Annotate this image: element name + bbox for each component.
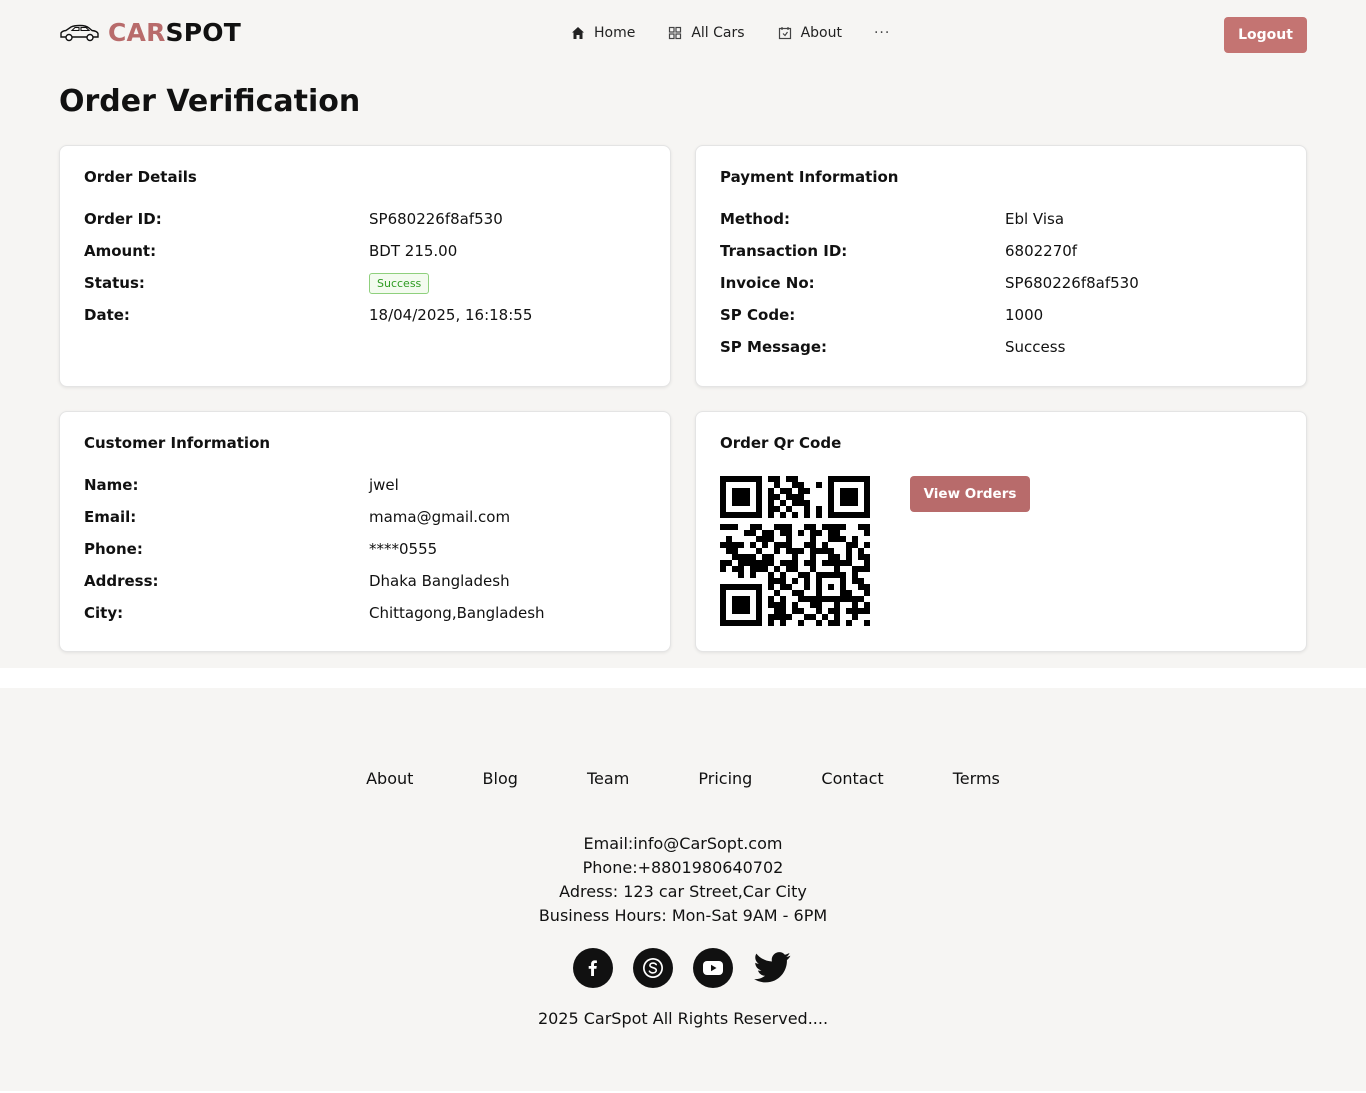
footer-link-about[interactable]: About <box>366 769 413 788</box>
nav-all-cars[interactable]: All Cars <box>667 25 745 41</box>
more-menu-icon[interactable]: ··· <box>874 25 890 41</box>
grid-icon <box>669 26 682 40</box>
order-details-title: Order Details <box>84 168 197 186</box>
sp-code-value: 1000 <box>1005 306 1044 324</box>
name-value: jwel <box>369 476 399 494</box>
brand-logo[interactable]: CARSPOT <box>58 18 241 47</box>
city-label: City: <box>84 604 124 622</box>
method-label: Method: <box>720 210 790 228</box>
youtube-icon[interactable] <box>693 948 733 988</box>
calendar-icon <box>778 27 791 40</box>
nav-home[interactable]: Home <box>570 25 635 41</box>
nav-all-cars-label: All Cars <box>691 25 745 41</box>
footer-nav: About Blog Team Pricing Contact Terms <box>0 769 1366 788</box>
phone-value: ****0555 <box>369 540 438 558</box>
invoice-no-label: Invoice No: <box>720 274 815 292</box>
transaction-id-label: Transaction ID: <box>720 242 848 260</box>
car-logo-icon <box>60 24 99 41</box>
facebook-icon[interactable] <box>573 948 613 988</box>
brand-name-part2: SPOT <box>165 18 241 47</box>
amount-label: Amount: <box>84 242 157 260</box>
status-badge: Success <box>369 273 430 294</box>
home-icon <box>572 27 584 39</box>
order-id-value: SP680226f8af530 <box>369 210 503 228</box>
order-details-card: Order Details Order ID: SP680226f8af530 … <box>59 145 671 387</box>
payment-info-card: Payment Information Method: Ebl Visa Tra… <box>695 145 1307 387</box>
customer-info-title: Customer Information <box>84 434 271 452</box>
social-links <box>573 948 793 988</box>
footer-link-terms[interactable]: Terms <box>953 769 1000 788</box>
date-value: 18/04/2025, 16:18:55 <box>369 306 533 324</box>
footer-link-contact[interactable]: Contact <box>821 769 883 788</box>
amount-value: BDT 215.00 <box>369 242 458 260</box>
email-label: Email: <box>84 508 137 526</box>
footer-link-pricing[interactable]: Pricing <box>698 769 752 788</box>
footer-divider <box>0 668 1366 688</box>
view-orders-button[interactable]: View Orders <box>910 476 1030 512</box>
customer-info-card: Customer Information Name: jwel Email: m… <box>59 411 671 652</box>
nav-about[interactable]: About <box>777 25 842 41</box>
email-value: mama@gmail.com <box>369 508 511 526</box>
city-value: Chittagong,Bangladesh <box>369 604 545 622</box>
footer: About Blog Team Pricing Contact Terms Em… <box>0 688 1366 1091</box>
sp-code-label: SP Code: <box>720 306 796 324</box>
sp-message-label: SP Message: <box>720 338 828 356</box>
address-value: Dhaka Bangladesh <box>369 572 510 590</box>
name-label: Name: <box>84 476 139 494</box>
brand-name: CARSPOT <box>108 18 241 47</box>
transaction-id-value: 6802270f <box>1005 242 1078 260</box>
qr-code-image <box>720 476 870 626</box>
footer-email: Email:info@CarSopt.com <box>583 834 783 853</box>
nav-home-label: Home <box>594 25 636 41</box>
copyright-text: 2025 CarSpot All Rights Reserved.... <box>537 1009 829 1028</box>
order-qr-title: Order Qr Code <box>720 434 842 452</box>
footer-link-team[interactable]: Team <box>587 769 629 788</box>
invoice-no-value: SP680226f8af530 <box>1005 274 1139 292</box>
payment-info-title: Payment Information <box>720 168 899 186</box>
nav-about-label: About <box>800 25 842 41</box>
method-value: Ebl Visa <box>1005 210 1065 228</box>
footer-hours: Business Hours: Mon-Sat 9AM - 6PM <box>538 906 828 925</box>
date-label: Date: <box>84 306 130 324</box>
phone-label: Phone: <box>84 540 143 558</box>
sp-message-value: Success <box>1005 338 1066 356</box>
footer-address: Adress: 123 car Street,Car City <box>559 882 807 901</box>
status-label: Status: <box>84 274 145 292</box>
logout-button[interactable]: Logout <box>1224 17 1307 53</box>
footer-link-blog[interactable]: Blog <box>483 769 518 788</box>
footer-contact: Email:info@CarSopt.com Phone:+8801980640… <box>0 832 1366 928</box>
order-id-label: Order ID: <box>84 210 162 228</box>
address-label: Address: <box>84 572 159 590</box>
twitter-icon[interactable] <box>753 948 793 988</box>
page-title: Order Verification <box>59 84 361 119</box>
top-navbar: CARSPOT Home All Cars About ··· Logout <box>0 0 1366 70</box>
brand-name-part1: CAR <box>108 18 166 47</box>
skype-icon[interactable] <box>633 948 673 988</box>
order-qr-card: Order Qr Code View Orders <box>695 411 1307 652</box>
footer-phone: Phone:+8801980640702 <box>582 858 784 877</box>
main-nav: Home All Cars About ··· <box>570 25 890 41</box>
